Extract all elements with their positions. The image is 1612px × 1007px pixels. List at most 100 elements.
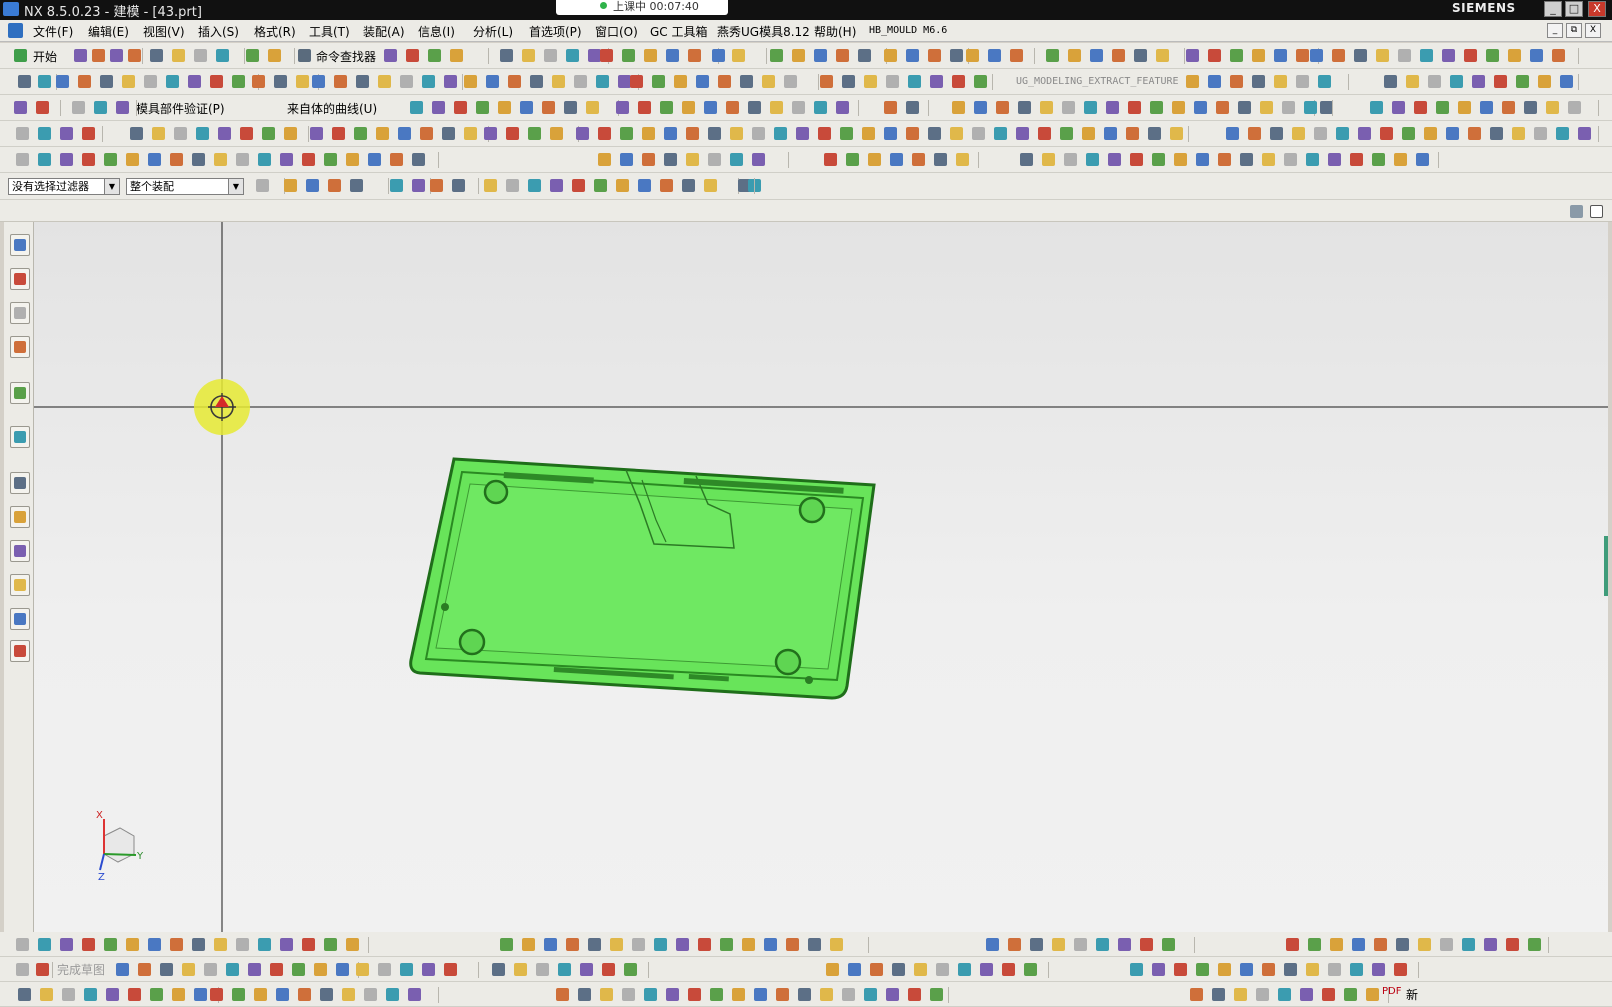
- selection-scope-dropdown[interactable]: 整个装配 ▼: [126, 178, 244, 195]
- toolbar-tool-icon[interactable]: [274, 75, 287, 88]
- toolbar-tool-icon[interactable]: [1286, 938, 1299, 951]
- toolbar-tool-icon[interactable]: [1578, 127, 1591, 140]
- menu-insert[interactable]: 插入(S): [198, 23, 239, 40]
- toolbar-tool-icon[interactable]: [1274, 49, 1287, 62]
- toolbar-tool-icon[interactable]: [276, 988, 289, 1001]
- doc-minimize-button[interactable]: _: [1547, 23, 1563, 38]
- toolbar-tool-icon[interactable]: [610, 938, 623, 951]
- toolbar-tool-icon[interactable]: [302, 938, 315, 951]
- toolbar-tool-icon[interactable]: [1052, 938, 1065, 951]
- part-navigator-icon[interactable]: [10, 302, 30, 324]
- toolbar-tool-icon[interactable]: [914, 963, 927, 976]
- toolbar-tool-icon[interactable]: [514, 963, 527, 976]
- toolbar-tool-icon[interactable]: [1458, 101, 1471, 114]
- toolbar-tool-icon[interactable]: [558, 963, 571, 976]
- toolbar-tool-icon[interactable]: [704, 179, 717, 192]
- toolbar-tool-icon[interactable]: [384, 49, 397, 62]
- manufacturing-wizards-icon[interactable]: [10, 574, 30, 596]
- toolbar-tool-icon[interactable]: [82, 127, 95, 140]
- reuse-library-icon[interactable]: [10, 336, 30, 358]
- toolbar-tool-icon[interactable]: [908, 988, 921, 1001]
- menu-help[interactable]: 帮助(H): [814, 23, 856, 40]
- toolbar-tool-icon[interactable]: [1530, 49, 1543, 62]
- toolbar-tool-icon[interactable]: [720, 938, 733, 951]
- toolbar-tool-icon[interactable]: [826, 963, 839, 976]
- toolbar-tool-icon[interactable]: [320, 988, 333, 1001]
- toolbar-tool-icon[interactable]: [1480, 101, 1493, 114]
- toolbar-tool-icon[interactable]: [1300, 988, 1313, 1001]
- toolbar-tool-icon[interactable]: [884, 127, 897, 140]
- toolbar-tool-icon[interactable]: [906, 49, 919, 62]
- toolbar-tool-icon[interactable]: [1366, 988, 1379, 1001]
- toolbar-tool-icon[interactable]: [412, 179, 425, 192]
- toolbar-tool-icon[interactable]: [500, 938, 513, 951]
- finish-sketch-button[interactable]: 完成草图: [57, 961, 105, 978]
- toolbar-tool-icon[interactable]: [1464, 49, 1477, 62]
- toolbar-tool-icon[interactable]: [884, 101, 897, 114]
- toolbar-tool-icon[interactable]: [552, 75, 565, 88]
- toolbar-tool-icon[interactable]: [980, 963, 993, 976]
- toolbar-tool-icon[interactable]: [712, 49, 725, 62]
- toolbar-tool-icon[interactable]: [886, 988, 899, 1001]
- toolbar-tool-icon[interactable]: [1502, 101, 1515, 114]
- toolbar-tool-icon[interactable]: [774, 127, 787, 140]
- toolbar-tool-icon[interactable]: [1024, 963, 1037, 976]
- toolbar-tool-icon[interactable]: [218, 127, 231, 140]
- toolbar-tool-icon[interactable]: [336, 963, 349, 976]
- toolbar-tool-icon[interactable]: [1196, 153, 1209, 166]
- toolbar-tool-icon[interactable]: [868, 153, 881, 166]
- toolbar-tool-icon[interactable]: [432, 101, 445, 114]
- toolbar-tool-icon[interactable]: [1416, 153, 1429, 166]
- toolbar-tool-icon[interactable]: [248, 963, 261, 976]
- toolbar-tool-icon[interactable]: [1296, 49, 1309, 62]
- toolbar-tool-icon[interactable]: [660, 101, 673, 114]
- toolbar-tool-icon[interactable]: [620, 127, 633, 140]
- toolbar-tool-icon[interactable]: [280, 938, 293, 951]
- toolbar-tool-icon[interactable]: [996, 101, 1009, 114]
- toolbar-tool-icon[interactable]: [128, 49, 141, 62]
- toolbar-tool-icon[interactable]: [1336, 127, 1349, 140]
- toolbar-tool-icon[interactable]: [864, 75, 877, 88]
- toolbar-tool-icon[interactable]: [1172, 101, 1185, 114]
- toolbar-tool-icon[interactable]: [106, 988, 119, 1001]
- toolbar-tool-icon[interactable]: [674, 75, 687, 88]
- doc-close-button[interactable]: X: [1585, 23, 1601, 38]
- menu-file[interactable]: 文件(F): [33, 23, 73, 40]
- toolbar-tool-icon[interactable]: [60, 938, 73, 951]
- toolbar-tool-icon[interactable]: [18, 988, 31, 1001]
- toolbar-tool-icon[interactable]: [814, 49, 827, 62]
- toolbar-tool-icon[interactable]: [1402, 127, 1415, 140]
- toolbar-tool-icon[interactable]: [1494, 75, 1507, 88]
- toolbar-tool-icon[interactable]: [420, 127, 433, 140]
- toolbar-tool-icon[interactable]: [216, 49, 229, 62]
- toolbar-tool-icon[interactable]: [1240, 963, 1253, 976]
- restore-view-icon[interactable]: [1570, 205, 1583, 218]
- toolbar-tool-icon[interactable]: [580, 963, 593, 976]
- toolbar-tool-icon[interactable]: [522, 938, 535, 951]
- toolbar-tool-icon[interactable]: [1528, 938, 1541, 951]
- toolbar-tool-icon[interactable]: [386, 988, 399, 1001]
- toolbar-tool-icon[interactable]: [886, 75, 899, 88]
- toolbar-tool-icon[interactable]: [664, 127, 677, 140]
- toolbar-tool-icon[interactable]: [232, 988, 245, 1001]
- toolbar-tool-icon[interactable]: [1304, 101, 1317, 114]
- toolbar-tool-icon[interactable]: [730, 153, 743, 166]
- toolbar-tool-icon[interactable]: [72, 101, 85, 114]
- menu-edit[interactable]: 编辑(E): [88, 23, 129, 40]
- toolbar-tool-icon[interactable]: [130, 127, 143, 140]
- toolbar-tool-icon[interactable]: [956, 153, 969, 166]
- toolbar-tool-icon[interactable]: [814, 101, 827, 114]
- toolbar-tool-icon[interactable]: [498, 101, 511, 114]
- nx-menu-icon[interactable]: [8, 23, 23, 38]
- toolbar-tool-icon[interactable]: [408, 988, 421, 1001]
- toolbar-tool-icon[interactable]: [1248, 127, 1261, 140]
- toolbar-tool-icon[interactable]: [908, 75, 921, 88]
- toolbar-tool-icon[interactable]: [638, 179, 651, 192]
- toolbar-tool-icon[interactable]: [1406, 75, 1419, 88]
- toolbar-tool-icon[interactable]: [912, 153, 925, 166]
- toolbar-tool-icon[interactable]: [1008, 938, 1021, 951]
- toolbar-tool-icon[interactable]: [410, 101, 423, 114]
- toolbar-tool-icon[interactable]: [18, 75, 31, 88]
- toolbar-tool-icon[interactable]: [1240, 153, 1253, 166]
- toolbar-tool-icon[interactable]: [422, 75, 435, 88]
